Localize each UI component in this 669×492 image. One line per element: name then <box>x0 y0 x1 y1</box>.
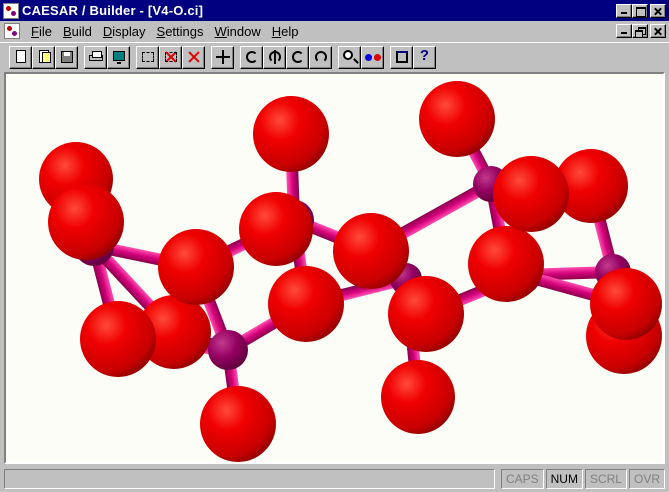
open-icon <box>36 49 52 65</box>
oxygen-atom[interactable] <box>200 386 276 462</box>
ovr-indicator: OVR <box>628 468 665 489</box>
menu-window[interactable]: Window <box>210 24 267 39</box>
oxygen-atom[interactable] <box>388 276 464 352</box>
select-button[interactable] <box>136 45 159 69</box>
status-message <box>4 468 495 489</box>
menu-help[interactable]: Help <box>267 24 305 39</box>
oxygen-atom[interactable] <box>381 360 455 434</box>
translate-button[interactable] <box>211 45 234 69</box>
delete-selection-icon <box>186 49 202 65</box>
oxygen-atom[interactable] <box>239 192 313 266</box>
document-minimize-button[interactable] <box>616 24 632 38</box>
new-document-icon <box>13 49 29 65</box>
molecule-model[interactable] <box>6 74 663 462</box>
print-button[interactable] <box>84 45 107 69</box>
oxygen-atom[interactable] <box>333 213 409 289</box>
zoom-button[interactable] <box>338 45 361 69</box>
status-bar: CAPS NUM SCRL OVR <box>0 465 669 492</box>
help-icon: ? <box>419 47 430 64</box>
window-title: CAESAR / Builder - [V4-O.ci] <box>22 3 204 18</box>
menu-bar: File Build Display Settings Window Help <box>0 21 669 41</box>
new-button[interactable] <box>9 45 32 69</box>
document-icon[interactable] <box>4 23 20 39</box>
toolbar: ? <box>0 42 669 71</box>
caps-indicator: CAPS <box>500 468 544 489</box>
oxygen-atom[interactable] <box>80 301 156 377</box>
rotate-free-button[interactable] <box>309 45 332 69</box>
save-icon <box>59 49 75 65</box>
document-restore-button[interactable] <box>632 24 648 38</box>
rotate-x-icon <box>244 49 260 65</box>
oxygen-atom[interactable] <box>493 156 569 232</box>
open-button[interactable] <box>32 45 55 69</box>
vanadium-atom[interactable] <box>208 330 248 370</box>
help-button[interactable]: ? <box>413 45 436 69</box>
oxygen-atom[interactable] <box>268 266 344 342</box>
rotate-z-icon <box>290 49 306 65</box>
num-indicator: NUM <box>545 468 583 489</box>
rotate-y-button[interactable] <box>263 45 286 69</box>
rotate-z-button[interactable] <box>286 45 309 69</box>
app-icon[interactable] <box>3 2 19 19</box>
rotate-free-icon <box>313 49 329 65</box>
delete-icon <box>163 49 179 65</box>
title-bar[interactable]: CAESAR / Builder - [V4-O.ci] <box>0 0 669 21</box>
reset-view-button[interactable] <box>390 45 413 69</box>
maximize-button[interactable] <box>632 3 648 18</box>
close-button[interactable] <box>650 3 666 18</box>
menu-file[interactable]: File <box>26 24 58 39</box>
menu-settings[interactable]: Settings <box>152 24 210 39</box>
document-close-button[interactable] <box>650 24 666 38</box>
save-button[interactable] <box>55 45 78 69</box>
oxygen-atom[interactable] <box>253 96 329 172</box>
menu-display[interactable]: Display <box>98 24 152 39</box>
move-icon <box>215 49 231 65</box>
molecule-viewport[interactable] <box>4 72 665 464</box>
oxygen-atom[interactable] <box>468 226 544 302</box>
delete-button[interactable] <box>159 45 182 69</box>
monitor-icon <box>111 49 127 65</box>
frame-icon <box>394 49 410 65</box>
stereo-button[interactable] <box>361 45 384 69</box>
select-box-icon <box>140 49 156 65</box>
oxygen-atom[interactable] <box>590 268 662 340</box>
stereo-glasses-icon <box>364 49 381 65</box>
display-button[interactable] <box>107 45 130 69</box>
oxygen-atom[interactable] <box>48 184 124 260</box>
oxygen-atom[interactable] <box>419 81 495 157</box>
rotate-x-button[interactable] <box>240 45 263 69</box>
magnifier-icon <box>342 49 358 65</box>
printer-icon <box>88 49 104 65</box>
menu-build[interactable]: Build <box>58 24 98 39</box>
rotate-y-icon <box>267 49 283 65</box>
scrl-indicator: SCRL <box>584 468 627 489</box>
minimize-button[interactable] <box>616 3 632 18</box>
delete-selection-button[interactable] <box>182 45 205 69</box>
oxygen-atom[interactable] <box>158 229 234 305</box>
